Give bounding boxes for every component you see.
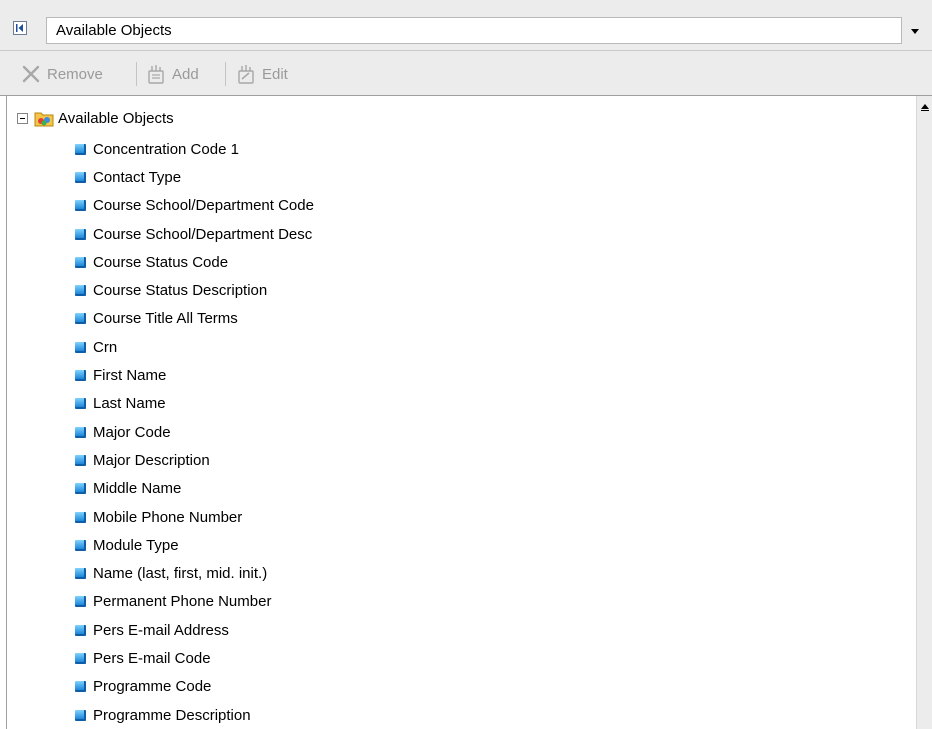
add-icon [148,65,164,84]
list-item-label: Name (last, first, mid. init.) [93,565,268,583]
vertical-scrollbar[interactable] [916,96,932,729]
list-item-label: Course School/Department Desc [93,225,313,243]
list-item[interactable]: Course Title All Terms [75,305,314,333]
toolbar-divider [136,62,137,86]
dimension-object-icon [75,511,86,523]
object-selector-bar: Available Objects [0,0,932,50]
remove-label: Remove [47,65,103,83]
collapse-node-icon[interactable] [17,112,28,124]
list-item[interactable]: First Name [75,361,314,389]
list-item-label: Mobile Phone Number [93,508,243,526]
list-item[interactable]: Major Code [75,418,314,446]
dimension-object-icon [75,398,86,410]
list-item[interactable]: Concentration Code 1 [75,135,314,163]
toolbar-divider [225,62,226,86]
dimension-object-icon [75,596,86,608]
dimension-object-icon [75,341,86,353]
list-item[interactable]: Course School/Department Code [75,192,314,220]
list-item-label: Course School/Department Code [93,197,314,215]
list-item-label: Last Name [93,395,166,413]
edit-icon [238,65,254,84]
list-item[interactable]: Course School/Department Desc [75,220,314,248]
list-item[interactable]: Last Name [75,390,314,418]
list-item[interactable]: Crn [75,333,314,361]
object-dropdown[interactable]: Available Objects [46,17,902,44]
list-item[interactable]: Name (last, first, mid. init.) [75,559,314,587]
add-button[interactable]: Add [146,62,199,86]
collapse-panel-icon[interactable] [13,21,27,35]
universe-folder-icon [34,112,54,127]
list-item-label: Programme Description [93,706,251,724]
list-item-label: Permanent Phone Number [93,593,272,611]
add-label: Add [172,65,199,83]
list-item-label: Pers E-mail Code [93,649,211,667]
list-item[interactable]: Programme Description [75,701,314,729]
dimension-object-icon [75,200,86,212]
dimension-object-icon [75,228,86,240]
list-item-label: Course Title All Terms [93,310,238,328]
list-item[interactable]: Course Status Code [75,248,314,276]
dimension-object-icon [75,624,86,636]
list-item-label: Programme Code [93,678,212,696]
toolbar: Remove Add Edit [0,50,932,96]
dimension-object-icon [75,313,86,325]
tree-root-label: Available Objects [58,109,174,127]
dimension-object-icon [75,370,86,382]
list-item[interactable]: Middle Name [75,475,314,503]
dimension-object-icon [75,709,86,721]
remove-button[interactable]: Remove [21,62,103,86]
dimension-object-icon [75,681,86,693]
list-item-label: First Name [93,367,167,385]
dimension-object-icon [75,256,86,268]
edit-label: Edit [262,65,288,83]
list-item-label: Module Type [93,536,179,554]
dimension-object-icon [75,568,86,580]
list-item-label: Concentration Code 1 [93,140,239,158]
object-dropdown-value: Available Objects [56,22,172,39]
list-item[interactable]: Module Type [75,531,314,559]
list-item[interactable]: Mobile Phone Number [75,503,314,531]
list-item-label: Middle Name [93,480,182,498]
object-list: Concentration Code 1 Contact Type Course S… [75,135,314,729]
objects-tree: Available Objects Concentration Code 1 Co… [6,96,916,729]
list-item[interactable]: Pers E-mail Address [75,616,314,644]
dimension-object-icon [75,539,86,551]
list-item-label: Major Code [93,423,171,441]
dimension-object-icon [75,285,86,297]
list-item-label: Crn [93,338,118,356]
dimension-object-icon [75,426,86,438]
list-item[interactable]: Permanent Phone Number [75,588,314,616]
dimension-object-icon [75,483,86,495]
chevron-down-icon[interactable] [908,24,922,38]
dimension-object-icon [75,454,86,466]
list-item[interactable]: Contact Type [75,163,314,191]
dimension-object-icon [75,171,86,183]
list-item[interactable]: Programme Code [75,673,314,701]
list-item[interactable]: Course Status Description [75,276,314,304]
scroll-up-arrow-icon[interactable] [917,96,932,118]
list-item-label: Course Status Code [93,253,229,271]
list-item-label: Pers E-mail Address [93,621,229,639]
dimension-object-icon [75,143,86,155]
list-item[interactable]: Major Description [75,446,314,474]
list-item-label: Course Status Description [93,282,268,300]
edit-button[interactable]: Edit [236,62,288,86]
list-item-label: Contact Type [93,168,182,186]
remove-x-icon [22,65,40,83]
dimension-object-icon [75,652,86,664]
tree-root[interactable]: Available Objects [17,107,174,129]
list-item-label: Major Description [93,451,210,469]
list-item[interactable]: Pers E-mail Code [75,644,314,672]
